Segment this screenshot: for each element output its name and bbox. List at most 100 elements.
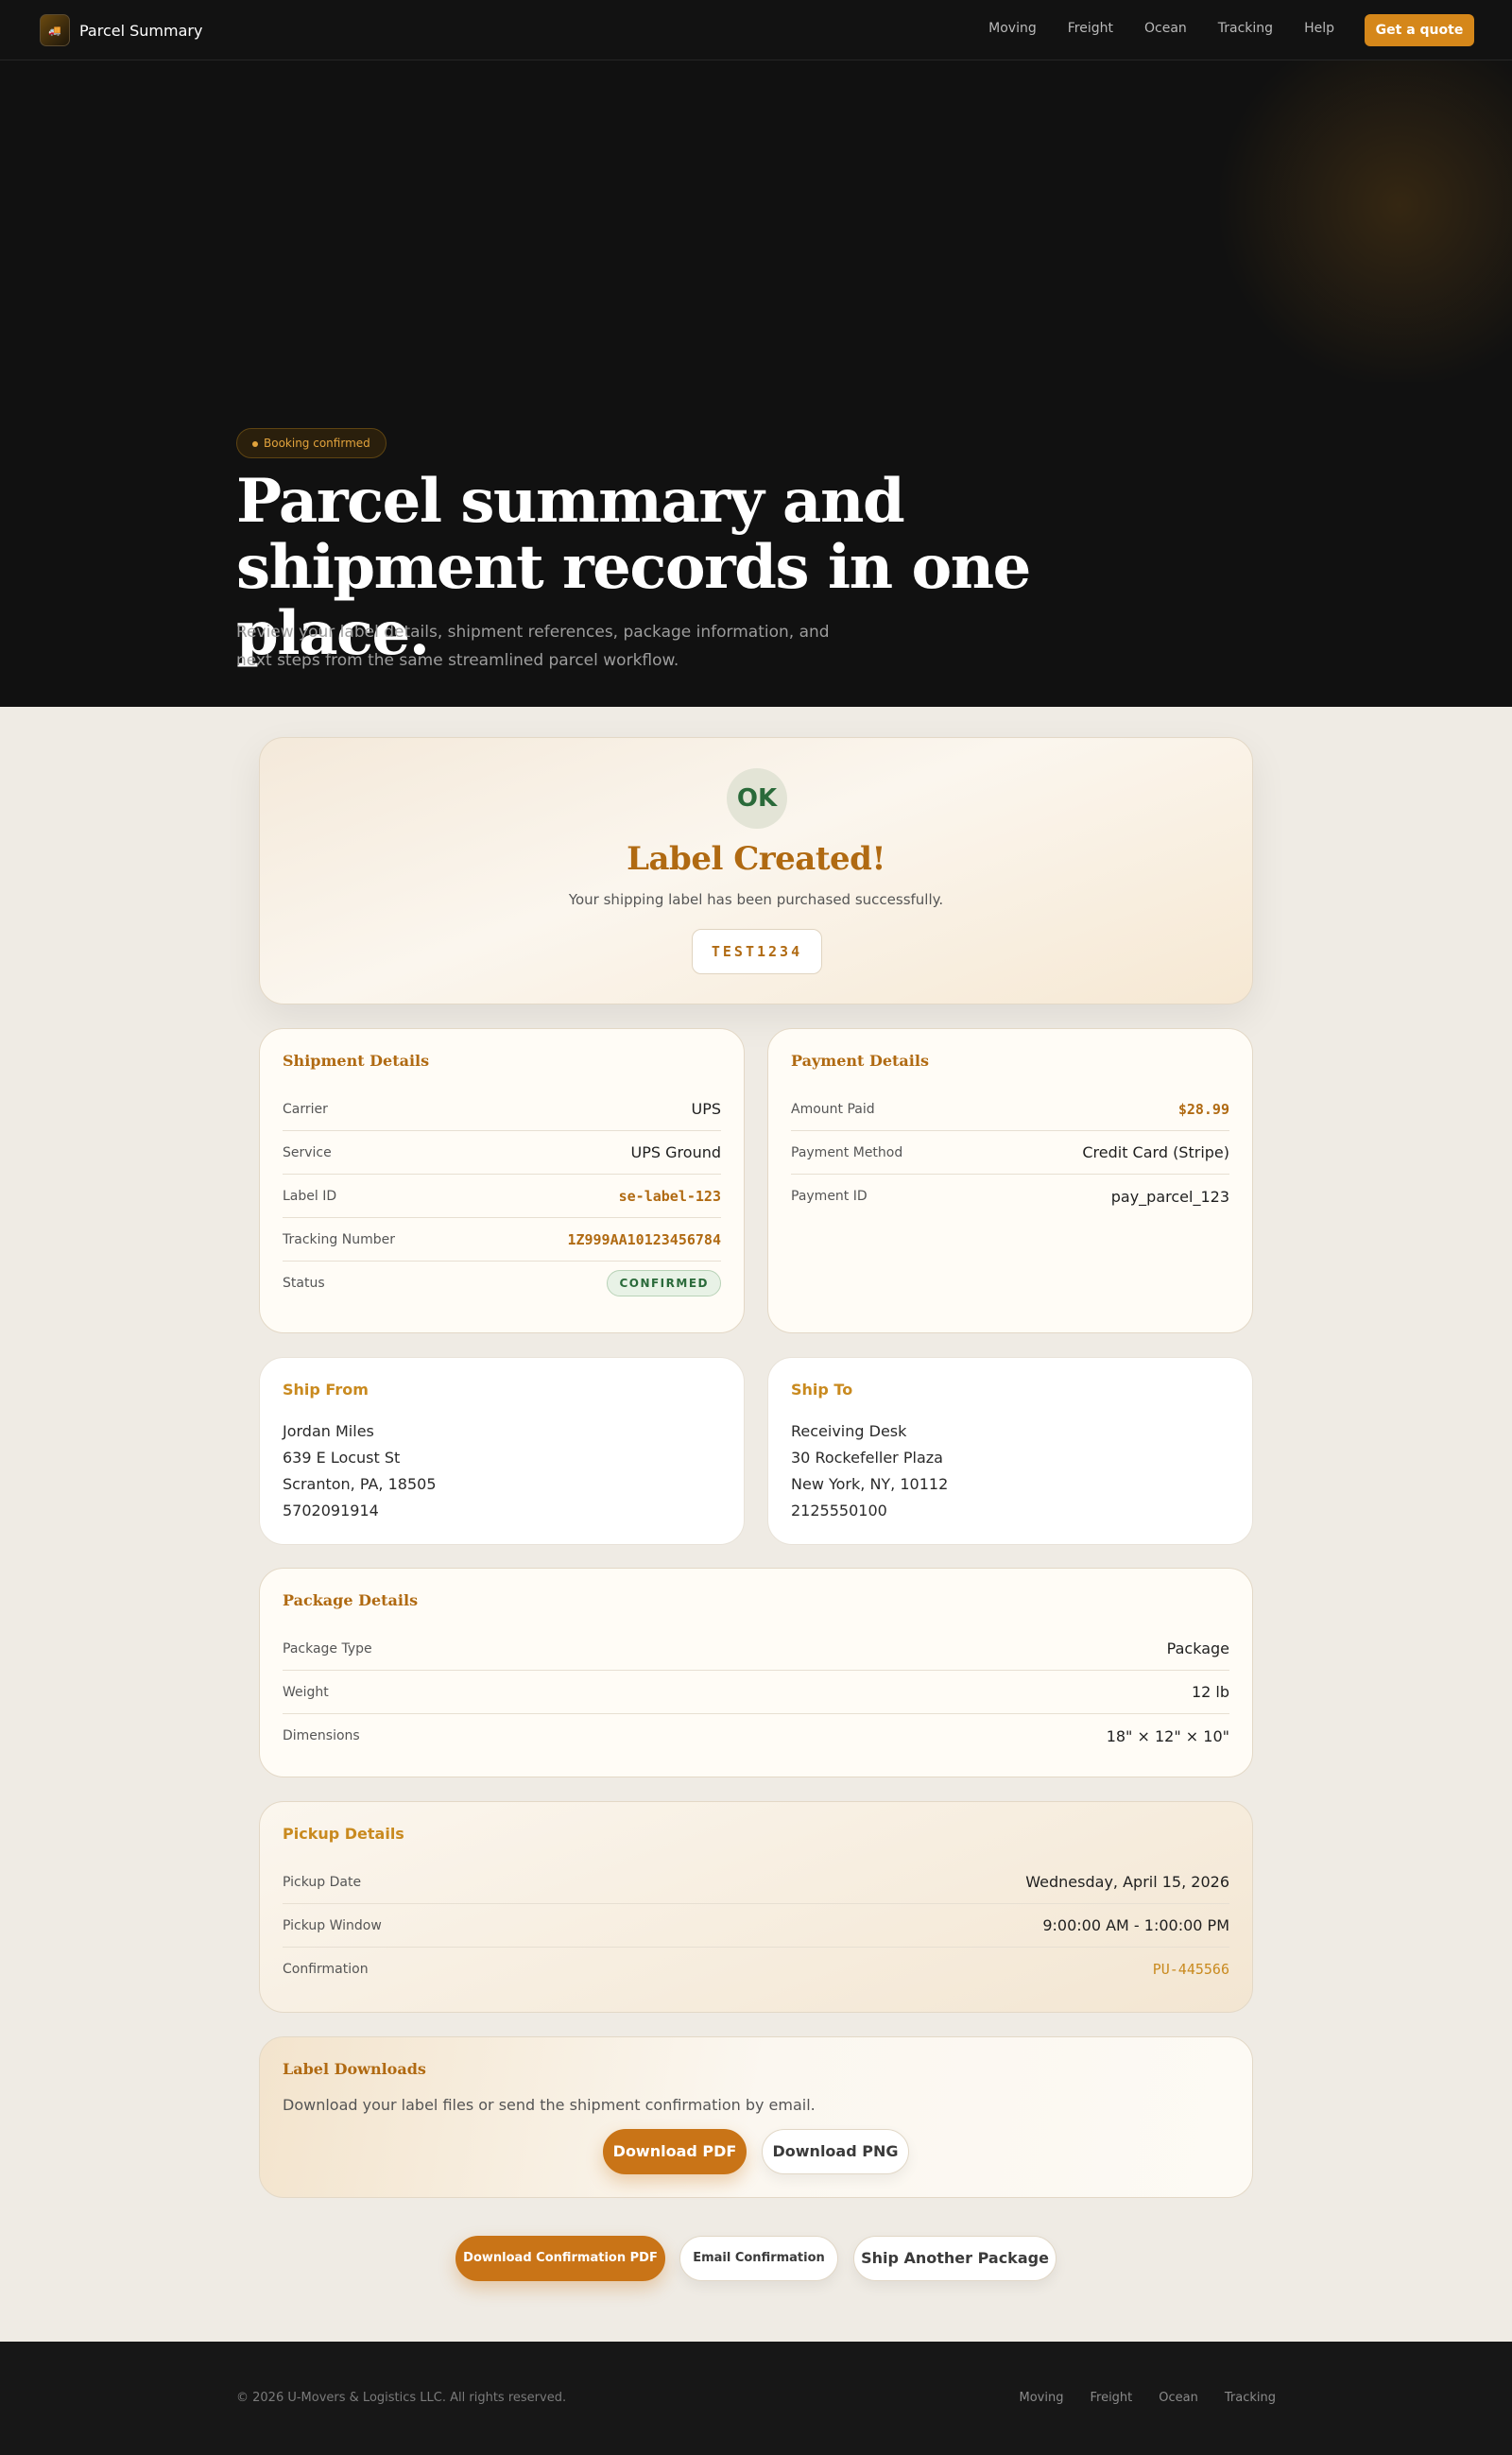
hero-section: Booking confirmed Parcel summary and shi… (0, 60, 1512, 707)
row-label: Payment ID (791, 1189, 868, 1204)
hero-glow (1181, 60, 1512, 382)
shipment-details-title: Shipment Details (283, 1052, 430, 1070)
label-created-subtitle: Your shipping label has been purchased s… (568, 891, 944, 908)
label-created-card: OK Label Created! Your shipping label ha… (259, 737, 1253, 1004)
label-id-value: se-label-123 (618, 1187, 721, 1205)
row-label: Package Type (283, 1640, 372, 1657)
nav-link-freight[interactable]: Freight (1068, 21, 1113, 36)
label-downloads-title: Label Downloads (283, 2060, 426, 2078)
shipment-row-carrier: Carrier UPS (283, 1088, 721, 1131)
label-downloads-card: Label Downloads Download your label file… (259, 2036, 1253, 2198)
pickup-rows: Pickup Date Wednesday, April 15, 2026 Pi… (283, 1861, 1229, 1991)
success-check-icon: OK (727, 768, 787, 829)
package-details-title: Package Details (283, 1591, 419, 1609)
pickup-window-value: 9:00:00 AM - 1:00:00 PM (1042, 1916, 1229, 1934)
service-value: UPS Ground (630, 1143, 721, 1161)
row-label: Dimensions (283, 1728, 360, 1743)
pickup-details-card: Pickup Details Pickup Date Wednesday, Ap… (259, 1801, 1253, 2013)
row-label: Status (283, 1276, 325, 1291)
ship-to-title: Ship To (791, 1381, 853, 1399)
status-badge: CONFIRMED (607, 1270, 721, 1296)
pickup-row-confirmation: Confirmation PU-445566 (283, 1948, 1229, 1991)
nav-links: Moving Freight Ocean Tracking Help (988, 21, 1334, 36)
nav-link-tracking[interactable]: Tracking (1218, 21, 1273, 36)
package-details-card: Package Details Package Type Package Wei… (259, 1568, 1253, 1777)
pickup-date-value: Wednesday, April 15, 2026 (1025, 1873, 1229, 1891)
get-quote-button[interactable]: Get a quote (1365, 14, 1474, 46)
tracking-number-link[interactable]: 1Z999AA10123456784 (567, 1231, 721, 1248)
sender-city: Scranton, PA, 18505 (283, 1475, 437, 1493)
recipient-phone: 2125550100 (791, 1502, 887, 1519)
recipient-street: 30 Rockefeller Plaza (791, 1449, 943, 1467)
payment-row-id: Payment ID pay_parcel_123 (791, 1175, 1229, 1218)
row-label: Service (283, 1144, 332, 1160)
footer-link-moving[interactable]: Moving (1020, 2391, 1064, 2405)
truck-logo-icon: 🚚 (40, 14, 70, 46)
footer-link-ocean[interactable]: Ocean (1159, 2391, 1198, 2405)
package-row-type: Package Type Package (283, 1627, 1229, 1671)
hero-subtitle: Review your label details, shipment refe… (236, 623, 830, 670)
ship-from-address: Jordan Miles 639 E Locust St Scranton, P… (283, 1418, 437, 1524)
label-downloads-text: Download your label files or send the sh… (283, 2096, 816, 2114)
shipment-row-label-id: Label ID se-label-123 (283, 1175, 721, 1218)
sender-name: Jordan Miles (283, 1422, 374, 1440)
payment-rows: Amount Paid $28.99 Payment Method Credit… (791, 1088, 1229, 1218)
sender-phone: 5702091914 (283, 1502, 379, 1519)
booking-confirmed-badge: Booking confirmed (236, 428, 387, 458)
shipment-details-card: Shipment Details Carrier UPS Service UPS… (259, 1028, 745, 1333)
row-label: Confirmation (283, 1962, 369, 1977)
row-label: Weight (283, 1684, 329, 1700)
ship-from-title: Ship From (283, 1381, 369, 1399)
top-nav: 🚚 Parcel Summary Moving Freight Ocean Tr… (0, 0, 1512, 60)
dimensions-value: 18" × 12" × 10" (1106, 1726, 1229, 1745)
brand-name: Parcel Summary (79, 21, 203, 40)
nav-link-moving[interactable]: Moving (988, 21, 1037, 36)
payment-row-method: Payment Method Credit Card (Stripe) (791, 1131, 1229, 1175)
package-row-weight: Weight 12 lb (283, 1671, 1229, 1714)
pickup-row-window: Pickup Window 9:00:00 AM - 1:00:00 PM (283, 1904, 1229, 1948)
package-rows: Package Type Package Weight 12 lb Dimens… (283, 1627, 1229, 1758)
tracking-reference[interactable]: TEST1234 (692, 929, 822, 974)
payment-row-amount: Amount Paid $28.99 (791, 1088, 1229, 1131)
nav-link-help[interactable]: Help (1304, 21, 1334, 36)
package-type-value: Package (1166, 1640, 1229, 1657)
amount-paid-value: $28.99 (1177, 1100, 1229, 1118)
copyright: © 2026 U-Movers & Logistics LLC. All rig… (236, 2391, 567, 2405)
payment-id-value: pay_parcel_123 (1110, 1187, 1229, 1206)
ship-from-card: Ship From Jordan Miles 639 E Locust St S… (259, 1357, 745, 1545)
shipment-rows: Carrier UPS Service UPS Ground Label ID … (283, 1088, 721, 1305)
carrier-value: UPS (691, 1100, 721, 1118)
footer-links: Moving Freight Ocean Tracking (1020, 2391, 1276, 2405)
row-label: Amount Paid (791, 1101, 875, 1117)
pickup-confirmation-value: PU-445566 (1152, 1961, 1229, 1978)
email-confirmation-button[interactable]: Email Confirmation (679, 2236, 838, 2281)
row-label: Pickup Window (283, 1917, 382, 1933)
row-label: Payment Method (791, 1144, 903, 1160)
footer-link-tracking[interactable]: Tracking (1225, 2391, 1276, 2405)
row-label: Label ID (283, 1188, 337, 1204)
ship-to-card: Ship To Receiving Desk 30 Rockefeller Pl… (767, 1357, 1253, 1545)
pickup-details-title: Pickup Details (283, 1825, 404, 1843)
download-confirmation-pdf-button[interactable]: Download Confirmation PDF (455, 2236, 665, 2281)
sender-street: 639 E Locust St (283, 1449, 401, 1467)
ship-another-package-button[interactable]: Ship Another Package (853, 2236, 1057, 2281)
package-row-dimensions: Dimensions 18" × 12" × 10" (283, 1714, 1229, 1758)
payment-method-value: Credit Card (Stripe) (1082, 1143, 1229, 1161)
shipment-row-service: Service UPS Ground (283, 1131, 721, 1175)
footer-link-freight[interactable]: Freight (1090, 2391, 1132, 2405)
row-label: Pickup Date (283, 1874, 362, 1890)
brand[interactable]: 🚚 Parcel Summary (40, 14, 202, 46)
footer: © 2026 U-Movers & Logistics LLC. All rig… (0, 2342, 1512, 2455)
recipient-name: Receiving Desk (791, 1422, 907, 1440)
row-label: Tracking Number (283, 1231, 395, 1247)
nav-link-ocean[interactable]: Ocean (1144, 21, 1187, 36)
row-label: Carrier (283, 1101, 328, 1117)
download-png-button[interactable]: Download PNG (762, 2129, 909, 2174)
ship-to-address: Receiving Desk 30 Rockefeller Plaza New … (791, 1418, 948, 1524)
weight-value: 12 lb (1191, 1683, 1229, 1701)
shipment-row-status: Status CONFIRMED (283, 1262, 721, 1305)
payment-details-card: Payment Details Amount Paid $28.99 Payme… (767, 1028, 1253, 1333)
recipient-city: New York, NY, 10112 (791, 1475, 949, 1493)
pickup-row-date: Pickup Date Wednesday, April 15, 2026 (283, 1861, 1229, 1904)
download-pdf-button[interactable]: Download PDF (603, 2129, 747, 2174)
